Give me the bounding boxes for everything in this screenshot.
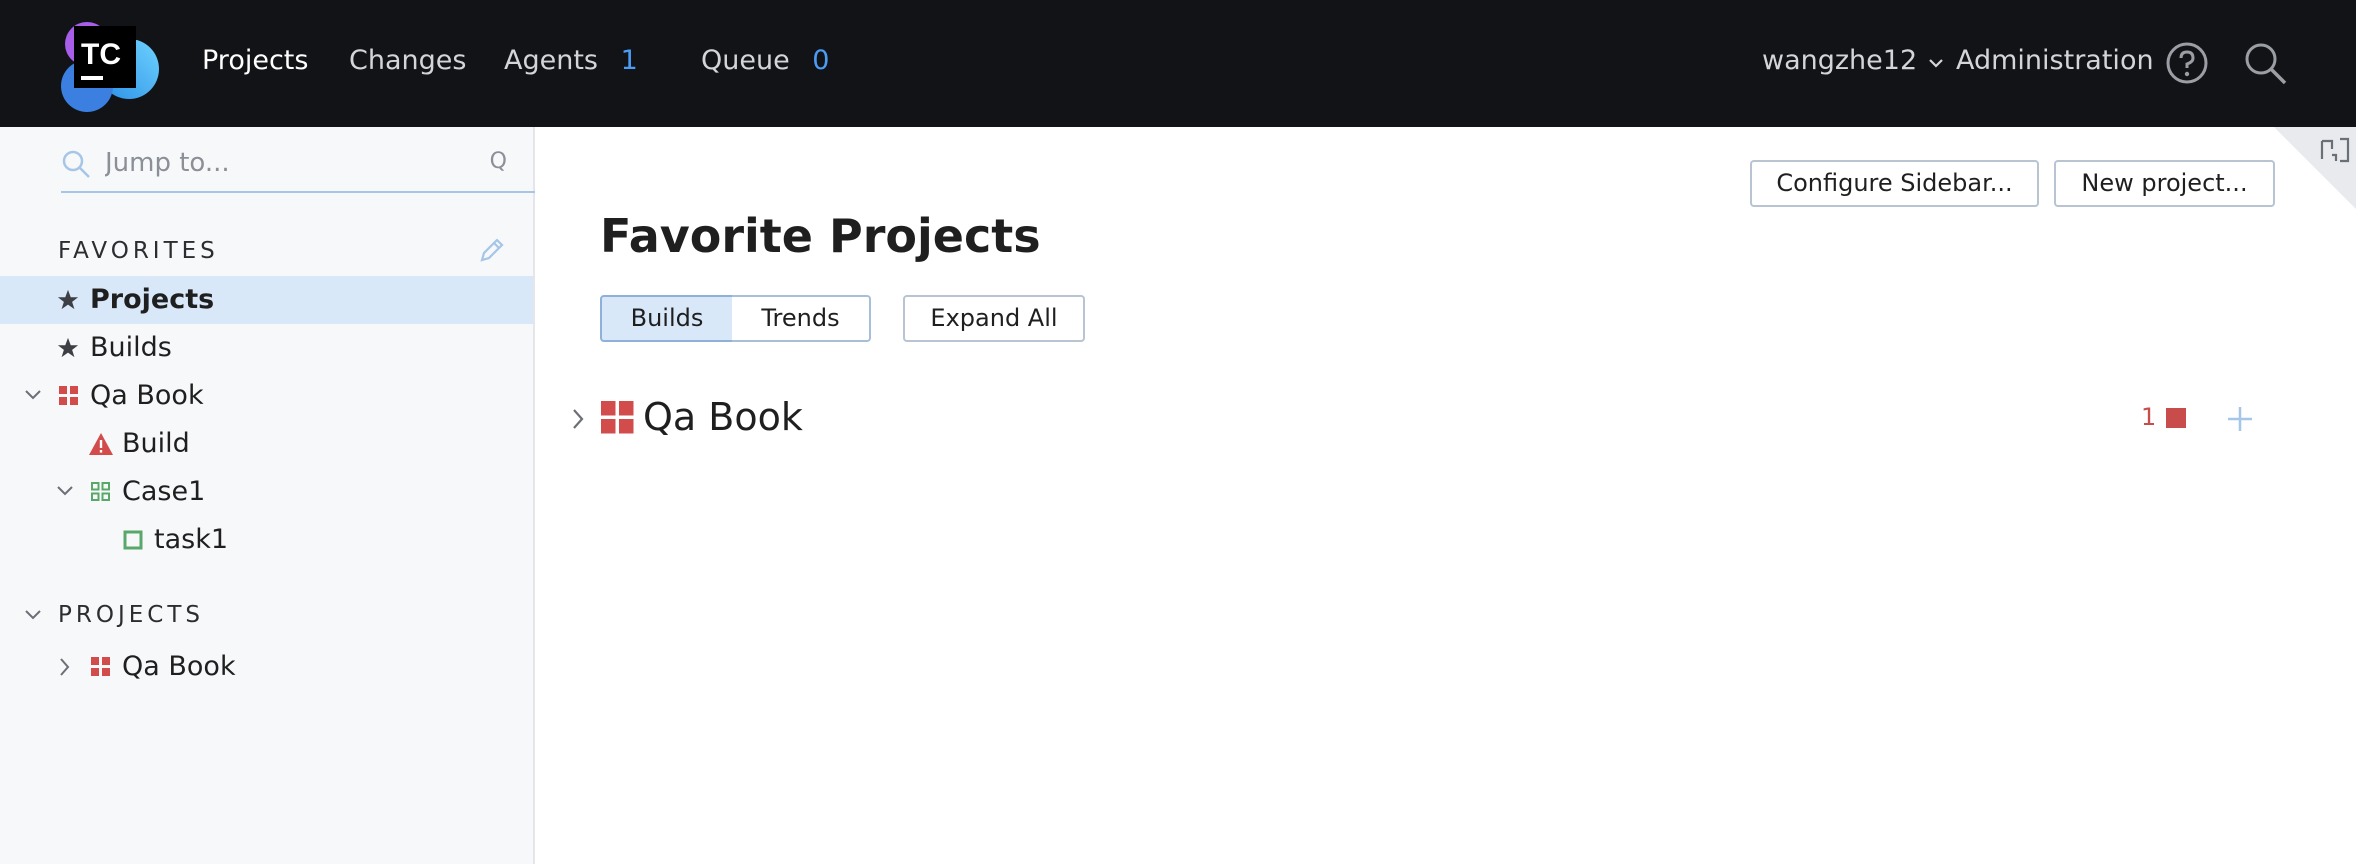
tab-builds[interactable]: Builds xyxy=(600,295,734,342)
favorite-item-task1[interactable]: task1 xyxy=(0,516,533,564)
chevron-right-icon[interactable] xyxy=(570,407,586,431)
chevron-down-icon[interactable] xyxy=(24,388,42,402)
configure-sidebar-button[interactable]: Configure Sidebar... xyxy=(1750,160,2039,207)
project-item-label: Qa Book xyxy=(122,651,236,682)
favorite-item-case1[interactable]: Case1 xyxy=(0,468,533,516)
chevron-down-icon[interactable] xyxy=(24,608,42,622)
favorites-heading: FAVORITES xyxy=(58,238,219,264)
failed-status-icon xyxy=(2166,408,2186,428)
nav-changes[interactable]: Changes xyxy=(349,44,466,78)
administration-label: Administration xyxy=(1956,45,2154,76)
expand-all-button[interactable]: Expand All xyxy=(903,295,1085,342)
star-icon xyxy=(57,337,79,358)
build-config-icon xyxy=(123,530,143,550)
star-icon xyxy=(57,289,79,310)
agents-count: 1 xyxy=(620,45,638,76)
new-project-button[interactable]: New project... xyxy=(2054,160,2275,207)
warning-icon xyxy=(89,433,113,455)
nav-queue[interactable]: Queue 0 xyxy=(701,44,829,78)
jump-to-search[interactable]: Q xyxy=(61,137,535,193)
chevron-down-icon[interactable] xyxy=(56,484,74,498)
nav-agents-label: Agents xyxy=(504,45,598,76)
nav-changes-label: Changes xyxy=(349,45,467,76)
plus-icon[interactable] xyxy=(2226,405,2254,433)
favorite-item-builds[interactable]: Builds xyxy=(0,324,533,372)
help-circle-icon[interactable] xyxy=(2165,41,2209,85)
nav-queue-label: Queue xyxy=(701,45,790,76)
page-corner-fold[interactable] xyxy=(2274,127,2356,209)
nav-projects-label: Projects xyxy=(202,45,309,76)
project-green-icon xyxy=(91,482,110,501)
administration-link[interactable]: Administration xyxy=(1956,44,2154,78)
queue-count: 0 xyxy=(812,45,830,76)
project-red-icon xyxy=(91,657,110,676)
favorite-item-qa-book[interactable]: Qa Book xyxy=(0,372,533,420)
chevron-down-icon xyxy=(1928,59,1943,68)
teamcity-logo[interactable]: TC xyxy=(57,14,159,114)
tab-trends[interactable]: Trends xyxy=(732,295,871,342)
favorite-item-label: Case1 xyxy=(122,476,206,507)
failed-builds-count[interactable]: 1 xyxy=(2141,402,2156,432)
shortcut-hint: Q xyxy=(489,149,507,174)
search-icon xyxy=(62,150,90,178)
sidebar: Q FAVORITES Projects Builds Qa Book xyxy=(0,127,535,864)
user-name: wangzhe12 xyxy=(1762,45,1918,76)
project-red-icon xyxy=(59,386,78,405)
favorite-item-label: Projects xyxy=(90,284,215,315)
favorite-item-build[interactable]: Build xyxy=(0,420,533,468)
user-menu[interactable]: wangzhe12 xyxy=(1762,44,1944,78)
chevron-right-icon[interactable] xyxy=(58,657,72,677)
project-item-qa-book[interactable]: Qa Book xyxy=(0,643,533,691)
projects-heading: PROJECTS xyxy=(58,602,204,628)
svg-text:TC: TC xyxy=(81,38,121,71)
search-icon[interactable] xyxy=(2243,41,2289,87)
favorite-item-label: Builds xyxy=(90,332,172,363)
favorite-item-projects[interactable]: Projects xyxy=(0,276,533,324)
favorite-item-label: Build xyxy=(122,428,190,459)
top-header: TC Projects Changes Agents 1 Queue 0 wan… xyxy=(0,0,2356,127)
nav-agents[interactable]: Agents 1 xyxy=(504,44,638,78)
pencil-icon[interactable] xyxy=(477,235,507,265)
favorite-item-label: task1 xyxy=(154,524,229,555)
main-content: Configure Sidebar... New project... Favo… xyxy=(537,127,2356,864)
project-red-icon xyxy=(601,401,634,434)
page-title: Favorite Projects xyxy=(600,209,1041,263)
project-title-qa-book[interactable]: Qa Book xyxy=(643,393,803,441)
jump-to-input[interactable] xyxy=(105,145,465,181)
favorite-item-label: Qa Book xyxy=(90,380,204,411)
nav-projects[interactable]: Projects xyxy=(202,44,308,78)
